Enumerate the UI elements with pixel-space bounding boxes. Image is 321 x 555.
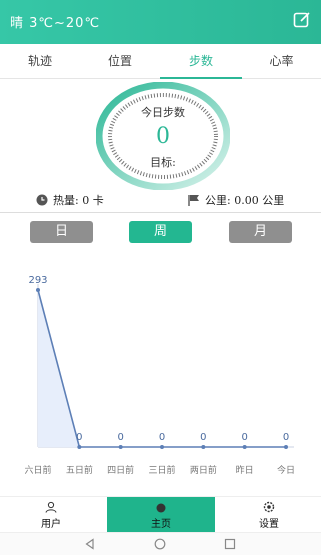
system-nav-bar xyxy=(0,532,321,555)
data-label: 0 xyxy=(159,432,165,443)
data-label: 0 xyxy=(200,432,206,443)
home-icon xyxy=(156,503,166,513)
flag-icon xyxy=(188,195,199,206)
x-tick-label: 昨日 xyxy=(236,464,254,476)
back-icon[interactable] xyxy=(84,538,96,550)
home-circle-icon[interactable] xyxy=(154,538,166,550)
data-point xyxy=(242,445,247,449)
x-tick-label: 两日前 xyxy=(190,464,217,476)
tab-steps[interactable]: 步数 xyxy=(160,44,242,79)
data-point xyxy=(36,288,40,292)
month-button[interactable]: 月 xyxy=(229,221,292,243)
data-point xyxy=(284,445,288,449)
data-label: 0 xyxy=(117,432,123,443)
recents-icon[interactable] xyxy=(224,538,236,550)
data-label: 0 xyxy=(76,432,82,443)
tab-heart-rate[interactable]: 心率 xyxy=(242,44,321,78)
tab-track[interactable]: 轨迹 xyxy=(0,44,80,78)
tab-bar: 轨迹 位置 步数 心率 xyxy=(0,44,321,79)
steps-chart: 293 六日前 0 五日前 0 四日前 0 三日前 0 两日前 0 昨日 0 今日 xyxy=(24,275,295,476)
distance-text: 公里: 0.00 公里 xyxy=(205,194,285,207)
step-count: 0 xyxy=(156,124,170,149)
data-label: 0 xyxy=(283,432,289,443)
data-label: 293 xyxy=(28,275,47,286)
x-tick-label: 六日前 xyxy=(24,464,51,476)
series-area xyxy=(38,290,286,447)
user-nav-label: 用户 xyxy=(41,519,61,530)
day-button[interactable]: 日 xyxy=(30,221,93,243)
edit-icon[interactable] xyxy=(293,11,311,29)
week-button[interactable]: 周 xyxy=(129,221,192,243)
settings-nav-label: 设置 xyxy=(259,519,279,530)
user-icon xyxy=(45,501,57,513)
header-bar: 晴 3℃~20℃ xyxy=(0,0,321,44)
settings-nav-button[interactable]: 设置 xyxy=(236,497,302,533)
x-tick-label: 今日 xyxy=(277,464,295,476)
data-point xyxy=(118,445,123,449)
bottom-nav: 用户 主页 设置 xyxy=(0,496,321,533)
today-steps-label: 今日步数 xyxy=(141,106,185,119)
weather-text: 晴 3℃~20℃ xyxy=(10,16,101,31)
divider xyxy=(0,212,321,213)
data-label: 0 xyxy=(241,432,247,443)
gear-icon xyxy=(263,501,275,513)
data-point xyxy=(201,445,206,449)
home-nav-label: 主页 xyxy=(151,519,171,530)
series-line xyxy=(37,289,286,448)
x-tick-label: 三日前 xyxy=(148,464,175,476)
clock-icon xyxy=(36,194,48,206)
home-nav-button[interactable]: 主页 xyxy=(107,497,215,533)
x-tick-label: 四日前 xyxy=(107,464,134,476)
user-nav-button[interactable]: 用户 xyxy=(18,497,84,533)
tab-location[interactable]: 位置 xyxy=(80,44,160,78)
x-tick-label: 五日前 xyxy=(66,464,93,476)
data-point xyxy=(160,445,164,449)
goal-label: 目标: xyxy=(150,156,176,169)
data-point xyxy=(77,445,82,449)
calories-text: 热量: 0 卡 xyxy=(53,194,104,207)
